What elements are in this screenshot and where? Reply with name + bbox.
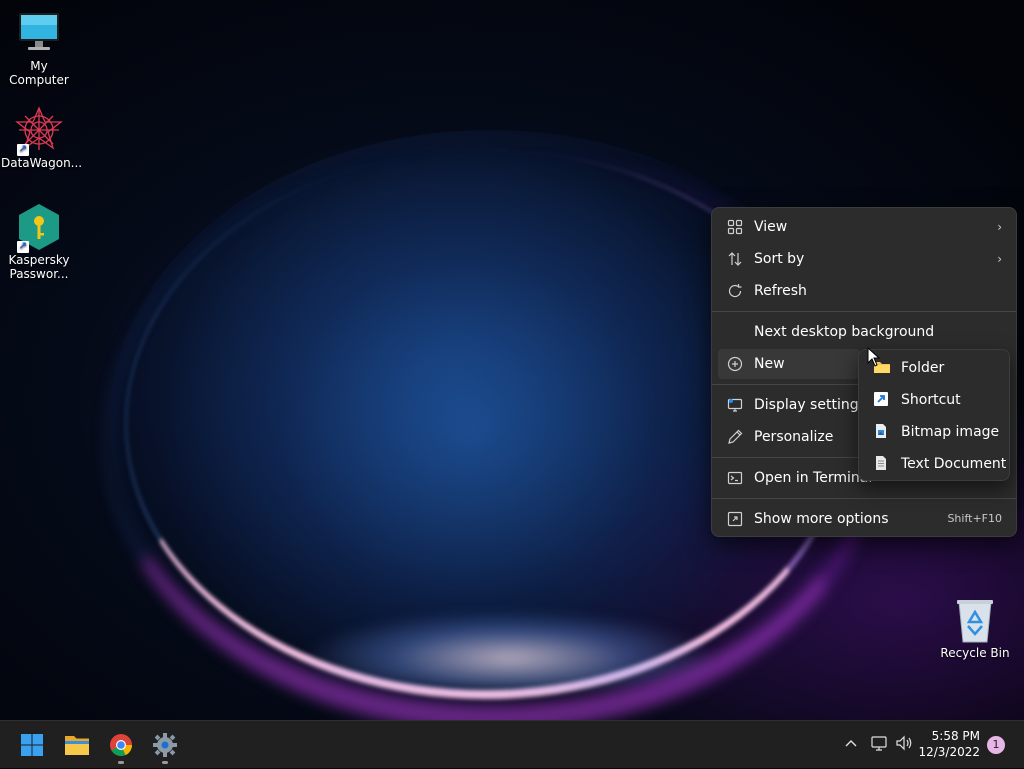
wallpaper-arc-glow [300,610,720,690]
menu-item-label: Refresh [754,283,807,299]
menu-separator [712,311,1016,312]
desktop-icon-datawagon[interactable]: ↗ DataWagon... [1,106,83,170]
terminal-icon [727,470,743,486]
menu-item-label: Sort by [754,251,805,267]
datawagon-icon: ↗ [15,106,63,156]
submenu-item-text-document[interactable]: Text Document [863,448,1007,478]
volume-icon[interactable] [895,733,913,759]
menu-item-next-background[interactable]: Next desktop background [718,317,1010,347]
taskbar-clock[interactable]: 5:58 PM 12/3/2022 [918,728,980,760]
taskbar-file-explorer[interactable] [57,725,97,765]
chevron-right-icon: › [997,252,1002,266]
submenu-item-folder[interactable]: Folder [863,352,1005,382]
submenu-item-bitmap[interactable]: Bitmap image [863,416,1005,446]
menu-item-label: Next desktop background [754,324,935,340]
chevron-right-icon: › [997,220,1002,234]
mouse-cursor-icon [867,347,881,367]
menu-item-label: Open in Terminal [754,470,873,486]
submenu-item-shortcut[interactable]: Shortcut [863,384,1005,414]
menu-item-display-settings[interactable]: Display settings [718,390,866,420]
menu-item-new[interactable]: New [718,349,860,379]
running-indicator [162,761,168,764]
display-icon [727,397,743,413]
desktop-icon-label: My Computer [9,59,69,87]
clock-date: 12/3/2022 [918,745,980,759]
menu-item-view[interactable]: View › [718,212,1010,242]
desktop-icon-label: Kaspersky Passwor... [8,253,70,281]
taskbar-settings[interactable] [145,725,185,765]
gear-icon [153,733,177,757]
chrome-icon [110,734,132,756]
menu-item-sort-by[interactable]: Sort by › [718,244,1010,274]
shortcut-icon [873,391,889,407]
folder-icon [65,736,89,755]
menu-item-show-more-options[interactable]: Show more options Shift+F10 [718,504,1010,534]
menu-item-label: Show more options [754,511,889,527]
submenu-item-label: Shortcut [901,392,961,408]
menu-separator [712,384,858,385]
desktop-icon-kaspersky[interactable]: ↗ Kaspersky Passwor... [1,203,77,281]
submenu-item-label: Bitmap image [901,424,1000,440]
start-button[interactable] [12,725,52,765]
expand-icon [727,511,743,527]
clock-time: 5:58 PM [931,729,980,743]
submenu-item-label: Text Document [901,456,1007,472]
pen-icon [727,429,743,445]
menu-item-personalize[interactable]: Personalize [718,422,860,452]
menu-item-label: Personalize [754,429,834,445]
text-document-icon [873,455,889,471]
menu-item-open-terminal[interactable]: Open in Terminal [718,463,872,493]
add-circle-icon [727,356,743,372]
new-submenu: Folder Shortcut Bitmap image Text Docume… [858,349,1010,481]
desktop-icon-label: DataWagon... [1,156,83,170]
desktop-icon-label: Recycle Bin [940,646,1010,660]
bitmap-icon [873,423,889,439]
desktop-icon-recycle-bin[interactable]: Recycle Bin [937,596,1013,660]
kaspersky-password-icon: ↗ [15,203,63,253]
menu-item-label: New [754,356,785,372]
menu-item-label: Display settings [754,397,866,413]
refresh-icon [727,283,743,299]
menu-item-label: View [754,219,788,235]
chevron-up-icon[interactable] [844,733,858,759]
taskbar: 5:58 PM 12/3/2022 1 [0,720,1024,768]
submenu-item-label: Folder [901,360,945,376]
running-indicator [118,761,124,764]
shortcut-arrow-icon: ↗ [17,144,29,156]
desktop-icon-my-computer[interactable]: My Computer [1,9,77,87]
computer-icon [15,9,63,57]
shortcut-arrow-icon: ↗ [17,241,29,253]
menu-item-refresh[interactable]: Refresh [718,276,1010,306]
keyboard-shortcut-label: Shift+F10 [947,512,1002,525]
network-icon[interactable] [870,733,888,759]
view-grid-icon [727,219,743,235]
taskbar-chrome[interactable] [101,725,141,765]
sort-icon [727,251,743,267]
menu-separator [712,498,1016,499]
recycle-bin-icon [951,596,999,644]
menu-separator [712,457,858,458]
notification-badge[interactable]: 1 [987,736,1005,754]
windows-logo-icon [21,734,43,756]
